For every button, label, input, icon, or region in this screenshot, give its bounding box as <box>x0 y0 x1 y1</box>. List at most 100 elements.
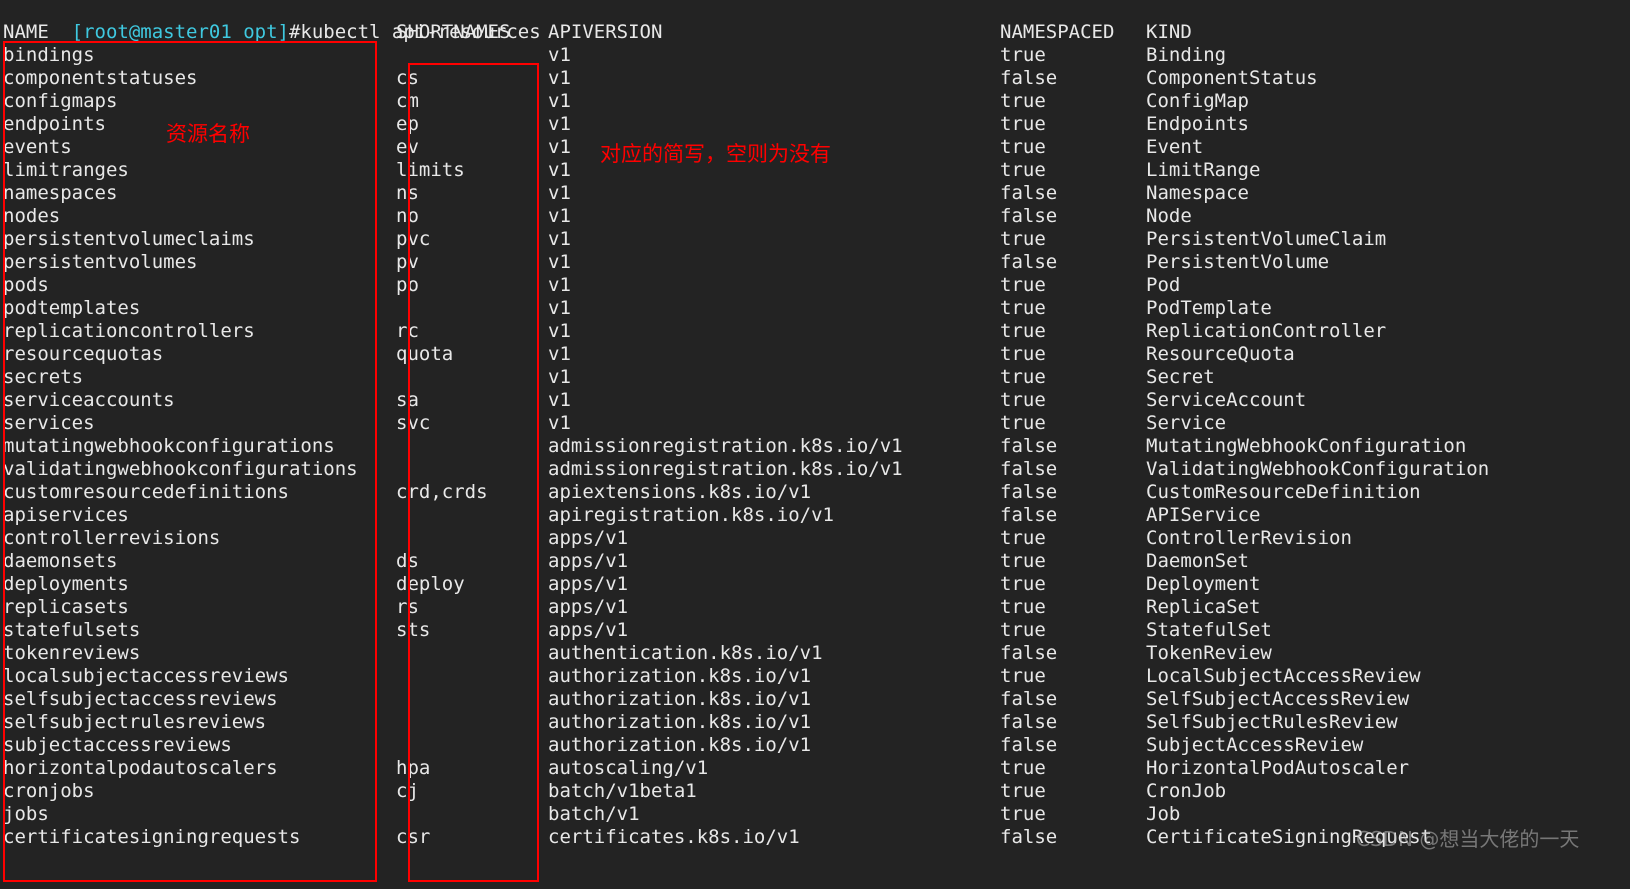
cell-kind: ResourceQuota <box>1146 343 1295 365</box>
cell-kind: CronJob <box>1146 780 1227 802</box>
cell-name: nodes <box>3 205 61 227</box>
cell-namespaced: false <box>1000 182 1058 204</box>
column-header-shortnames: SHORTNAMES <box>396 21 511 43</box>
cell-namespaced: false <box>1000 688 1058 710</box>
cell-kind: ReplicaSet <box>1146 596 1261 618</box>
cell-kind: LocalSubjectAccessReview <box>1146 665 1421 687</box>
cell-apiversion: authorization.k8s.io/v1 <box>548 688 812 710</box>
cell-kind: SelfSubjectRulesReview <box>1146 711 1398 733</box>
cell-namespaced: false <box>1000 435 1058 457</box>
cell-apiversion: v1 <box>548 297 571 319</box>
cell-kind: HorizontalPodAutoscaler <box>1146 757 1410 779</box>
cell-apiversion: apiextensions.k8s.io/v1 <box>548 481 812 503</box>
cell-apiversion: apps/v1 <box>548 573 629 595</box>
cell-namespaced: false <box>1000 504 1058 526</box>
cell-apiversion: v1 <box>548 44 571 66</box>
cell-name: services <box>3 412 95 434</box>
table-row: mutatingwebhookconfigurations admissionre… <box>0 435 1630 458</box>
cell-namespaced: true <box>1000 803 1046 825</box>
cell-kind: SelfSubjectAccessReview <box>1146 688 1410 710</box>
cell-namespaced: true <box>1000 527 1046 549</box>
cell-name: selfsubjectaccessreviews <box>3 688 278 710</box>
cell-shortnames: crd,crds <box>396 481 488 503</box>
cell-apiversion: apps/v1 <box>548 550 629 572</box>
annotation-resource-name: 资源名称 <box>166 122 250 146</box>
table-row: deployments deploy apps/v1 true Deployment <box>0 573 1630 596</box>
cell-kind: Deployment <box>1146 573 1261 595</box>
cell-kind: Secret <box>1146 366 1215 388</box>
table-row: replicasets rs apps/v1 true ReplicaSet <box>0 596 1630 619</box>
cell-name: namespaces <box>3 182 118 204</box>
cell-apiversion: v1 <box>548 320 571 342</box>
cell-kind: TokenReview <box>1146 642 1272 664</box>
cell-shortnames: sts <box>396 619 431 641</box>
cell-name: apiservices <box>3 504 129 526</box>
cell-name: secrets <box>3 366 84 388</box>
cell-kind: Binding <box>1146 44 1227 66</box>
cell-namespaced: true <box>1000 550 1046 572</box>
cell-name: componentstatuses <box>3 67 198 89</box>
cell-shortnames: ns <box>396 182 419 204</box>
cell-kind: PersistentVolume <box>1146 251 1330 273</box>
cell-namespaced: true <box>1000 274 1046 296</box>
table-row: localsubjectaccessreviews authorization.k… <box>0 665 1630 688</box>
cell-name: endpoints <box>3 113 106 135</box>
cell-kind: CertificateSigningRequest <box>1146 826 1432 848</box>
cell-namespaced: true <box>1000 596 1046 618</box>
table-row: apiservices apiregistration.k8s.io/v1 fals… <box>0 504 1630 527</box>
cell-namespaced: false <box>1000 826 1058 848</box>
cell-apiversion: v1 <box>548 113 571 135</box>
shell-prompt-line: [root@master01 opt]#kubectl api-resource… <box>3 0 541 43</box>
cell-shortnames: quota <box>396 343 454 365</box>
cell-apiversion: apps/v1 <box>548 527 629 549</box>
cell-kind: ComponentStatus <box>1146 67 1318 89</box>
cell-shortnames: rc <box>396 320 419 342</box>
cell-apiversion: apps/v1 <box>548 596 629 618</box>
cell-kind: Job <box>1146 803 1181 825</box>
cell-apiversion: v1 <box>548 343 571 365</box>
cell-name: podtemplates <box>3 297 141 319</box>
cell-apiversion: admissionregistration.k8s.io/v1 <box>548 458 903 480</box>
cell-apiversion: v1 <box>548 90 571 112</box>
table-row: podtemplates v1 true PodTemplate <box>0 297 1630 320</box>
cell-apiversion: authentication.k8s.io/v1 <box>548 642 823 664</box>
cell-namespaced: true <box>1000 412 1046 434</box>
cell-namespaced: false <box>1000 251 1058 273</box>
cell-kind: APIService <box>1146 504 1261 526</box>
cell-name: localsubjectaccessreviews <box>3 665 289 687</box>
cell-apiversion: autoscaling/v1 <box>548 757 709 779</box>
cell-apiversion: apiregistration.k8s.io/v1 <box>548 504 834 526</box>
table-row: pods po v1 true Pod <box>0 274 1630 297</box>
cell-namespaced: true <box>1000 159 1046 181</box>
cell-namespaced: false <box>1000 481 1058 503</box>
cell-namespaced: true <box>1000 343 1046 365</box>
cell-name: configmaps <box>3 90 118 112</box>
table-header-row: NAME SHORTNAMES APIVERSION NAMESPACED KI… <box>0 21 1630 44</box>
cell-name: replicationcontrollers <box>3 320 255 342</box>
cell-kind: ReplicationController <box>1146 320 1387 342</box>
cell-shortnames: limits <box>396 159 465 181</box>
cell-name: persistentvolumes <box>3 251 198 273</box>
cell-namespaced: true <box>1000 228 1046 250</box>
cell-namespaced: true <box>1000 90 1046 112</box>
table-row: tokenreviews authentication.k8s.io/v1 fals… <box>0 642 1630 665</box>
table-row: jobs batch/v1 true Job <box>0 803 1630 826</box>
cell-shortnames: deploy <box>396 573 465 595</box>
table-row: selfsubjectrulesreviews authorization.k8s… <box>0 711 1630 734</box>
cell-kind: ConfigMap <box>1146 90 1249 112</box>
cell-namespaced: false <box>1000 458 1058 480</box>
cell-apiversion: apps/v1 <box>548 619 629 641</box>
cell-kind: ValidatingWebhookConfiguration <box>1146 458 1490 480</box>
cell-apiversion: v1 <box>548 412 571 434</box>
cell-shortnames: sa <box>396 389 419 411</box>
cell-kind: Node <box>1146 205 1192 227</box>
cell-name: daemonsets <box>3 550 118 572</box>
table-row: serviceaccounts sa v1 true ServiceAccount <box>0 389 1630 412</box>
cell-apiversion: authorization.k8s.io/v1 <box>548 665 812 687</box>
table-row: validatingwebhookconfigurations admission… <box>0 458 1630 481</box>
column-header-apiversion: APIVERSION <box>548 21 663 43</box>
cell-kind: PersistentVolumeClaim <box>1146 228 1387 250</box>
table-row: cronjobs cj batch/v1beta1 true CronJob <box>0 780 1630 803</box>
table-row: daemonsets ds apps/v1 true DaemonSet <box>0 550 1630 573</box>
cell-namespaced: true <box>1000 757 1046 779</box>
